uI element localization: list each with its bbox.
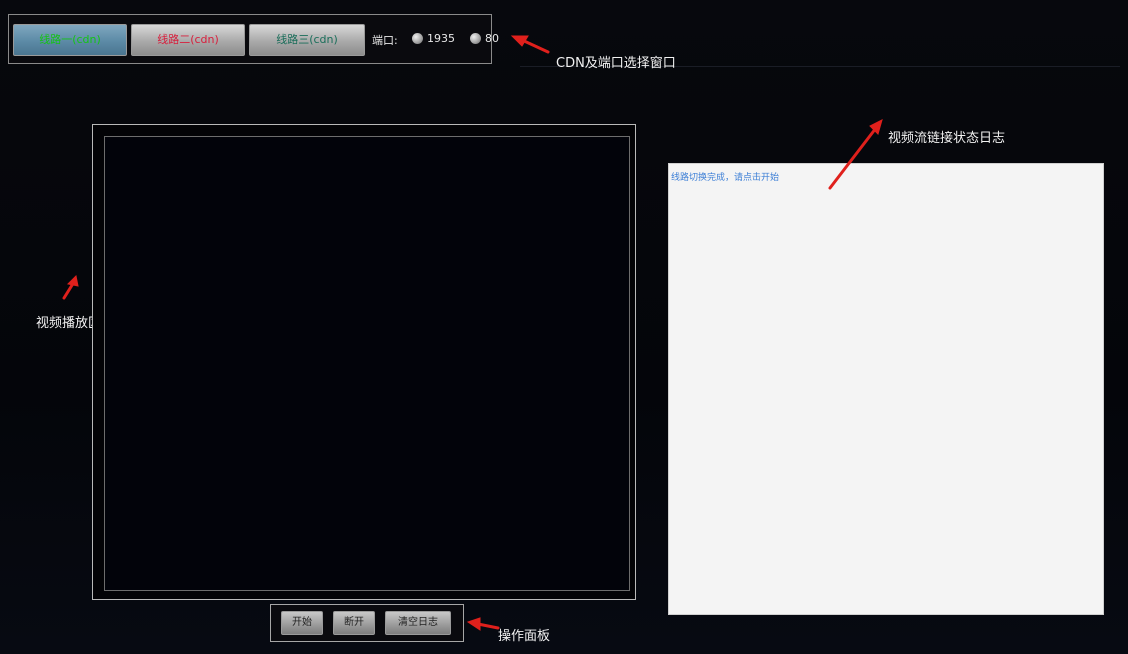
status-log-panel: 线路切换完成，请点击开始 [668, 163, 1104, 615]
ops-arrow-head [466, 617, 481, 631]
port-1935-radio[interactable] [412, 33, 423, 44]
port-80-radio[interactable] [470, 33, 481, 44]
line-2-button[interactable]: 线路二(cdn) [131, 24, 245, 56]
clear-log-button[interactable]: 清空日志 [385, 611, 451, 635]
disconnect-button[interactable]: 断开 [333, 611, 375, 635]
operation-panel-annotation: 操作面板 [498, 629, 551, 644]
log-line: 线路切换完成，请点击开始 [671, 173, 780, 183]
log-arrow-head [869, 119, 883, 135]
ops-arrow-line [476, 622, 500, 630]
port-80-label: 80 [485, 32, 499, 45]
line-1-button[interactable]: 线路一(cdn) [13, 24, 127, 56]
cdn-port-selector: 线路一(cdn) 线路二(cdn) 线路三(cdn) 端口: 1935 80 [8, 14, 499, 64]
cdn-window-annotation: CDN及端口选择窗口 [556, 56, 676, 71]
operation-panel: 开始 断开 清空日志 [270, 604, 464, 642]
app-window: 线路一(cdn) 线路二(cdn) 线路三(cdn) 端口: 1935 80 C… [0, 0, 1128, 654]
port-1935-label: 1935 [427, 32, 455, 45]
port-label: 端口: [372, 34, 398, 47]
line-3-button[interactable]: 线路三(cdn) [249, 24, 365, 56]
cdn-arrow-line [520, 38, 550, 54]
video-player-frame [92, 124, 636, 600]
video-arrow-head [66, 274, 79, 287]
start-button[interactable]: 开始 [281, 611, 323, 635]
video-arrow-line [62, 280, 76, 300]
video-player-screen[interactable] [104, 136, 630, 591]
log-window-annotation: 视频流链接状态日志 [888, 131, 1006, 146]
cdn-arrow-head [510, 35, 529, 47]
